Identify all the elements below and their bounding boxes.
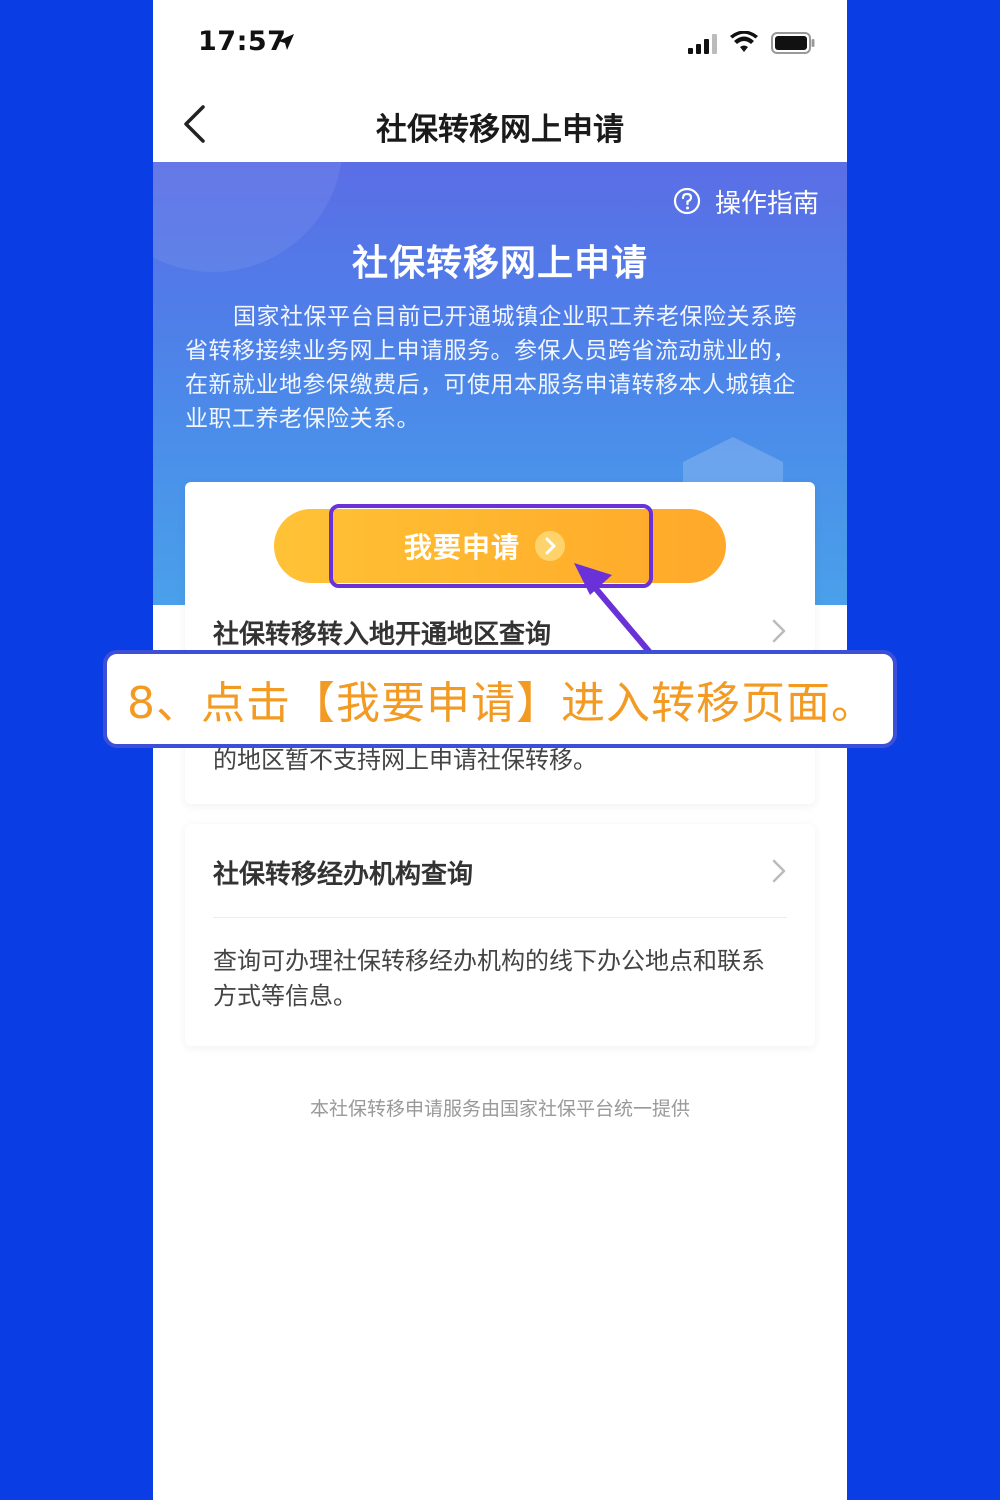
cellular-signal-icon bbox=[688, 34, 717, 54]
wifi-icon bbox=[730, 31, 758, 52]
nav-bar: 社保转移网上申请 bbox=[153, 88, 847, 162]
chevron-right-icon[interactable] bbox=[771, 618, 787, 644]
status-bar: 17:57 bbox=[153, 0, 847, 88]
operation-guide-link[interactable]: 操作指南 bbox=[673, 184, 819, 219]
agency-query-description: 查询可办理社保转移经办机构的线下办公地点和联系方式等信息。 bbox=[213, 947, 765, 1010]
region-query-title[interactable]: 社保转移转入地开通地区查询 bbox=[213, 614, 551, 651]
divider bbox=[213, 917, 787, 918]
caption-text: 8、点击【我要申请】进入转移页面。 bbox=[127, 678, 876, 729]
location-arrow-icon bbox=[278, 34, 294, 50]
status-time: 17:57 bbox=[198, 26, 287, 57]
apply-card: 我要申请 社保转移转入地开通地区查询 的地区暂不支持网上申请社保转移。 bbox=[185, 482, 815, 804]
battery-icon bbox=[771, 32, 815, 54]
agency-query-title[interactable]: 社保转移经办机构查询 bbox=[213, 854, 473, 891]
agency-query-card: 社保转移经办机构查询 查询可办理社保转移经办机构的线下办公地点和联系方式等信息。 bbox=[185, 824, 815, 1046]
phone-screen: 17:57 社保转移网上申请 操作指南 社保转移网上申请 国家社保平台目前已开通… bbox=[153, 0, 847, 1500]
banner-description: 国家社保平台目前已开通城镇企业职工养老保险关系跨省转移接续业务网上申请服务。参保… bbox=[185, 304, 797, 432]
footer-note: 本社保转移申请服务由国家社保平台统一提供 bbox=[309, 1098, 690, 1120]
page-background: 17:57 社保转移网上申请 操作指南 社保转移网上申请 国家社保平台目前已开通… bbox=[0, 0, 1000, 1500]
chevron-right-icon[interactable] bbox=[771, 858, 787, 884]
banner-title: 社保转移网上申请 bbox=[351, 243, 648, 284]
tutorial-caption: 8、点击【我要申请】进入转移页面。 bbox=[103, 650, 897, 748]
question-circle-icon bbox=[673, 187, 701, 215]
page-title: 社保转移网上申请 bbox=[376, 112, 624, 148]
guide-label: 操作指南 bbox=[714, 188, 819, 219]
